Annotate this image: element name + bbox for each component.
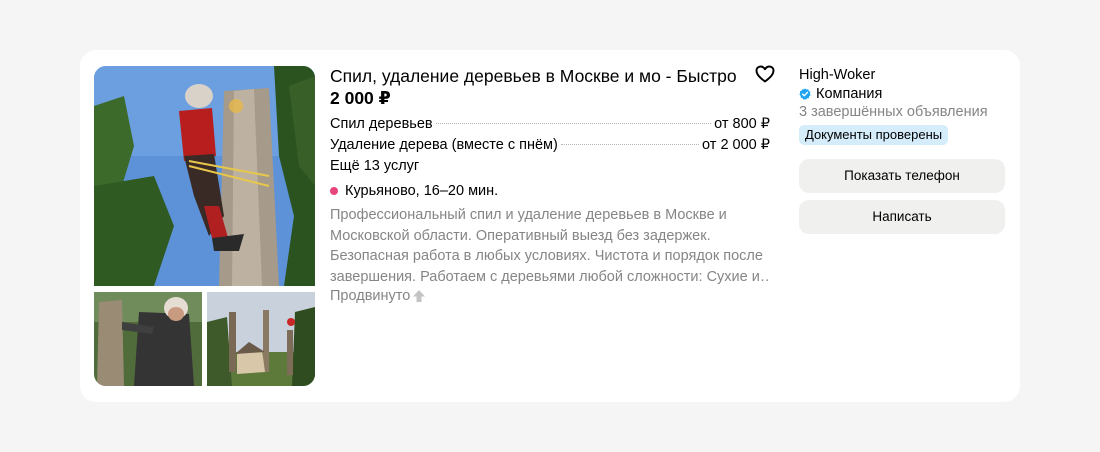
service-leader-dots (560, 144, 700, 145)
more-services-link[interactable]: Ещё 13 услуг (330, 156, 419, 176)
documents-verified-badge: Документы проверены (799, 125, 949, 145)
description-line: Безопасная работа в любых условиях. Чист… (330, 248, 763, 265)
arrow-up-icon (413, 290, 426, 302)
heart-outline-icon[interactable] (753, 62, 777, 86)
seller-type: Компания (799, 84, 882, 104)
seller-ads-count[interactable]: 3 завершённых объявления (799, 102, 988, 122)
seller-name[interactable]: High-Woker (799, 65, 875, 85)
service-leader-dots (435, 123, 712, 124)
description-line: Московской области. Оперативный выезд бе… (330, 227, 711, 244)
listing-card[interactable]: Спил, удаление деревьев в Москве и мо - … (80, 50, 1020, 402)
listing-photo-thumb-2[interactable] (207, 292, 315, 386)
description-line: Профессиональный спил и удаление деревье… (330, 207, 727, 223)
promoted-text: Продвинуто (330, 288, 411, 304)
listing-photo-thumb-1[interactable] (94, 292, 202, 386)
promoted-label: Продвинуто (330, 286, 426, 306)
show-phone-button[interactable]: Показать телефон (799, 159, 1005, 193)
location-text: Курьяново, 16–20 мин. (345, 183, 499, 199)
location: Курьяново, 16–20 мин. (330, 181, 498, 201)
service-price: от 800 ₽ (714, 116, 770, 132)
listing-description: Профессиональный спил и удаление деревье… (330, 205, 770, 288)
listing-photo-main[interactable] (94, 66, 315, 286)
service-name: Удаление дерева (вместе с пнём) (330, 137, 558, 153)
listing-title[interactable]: Спил, удаление деревьев в Москве и мо - … (330, 64, 750, 88)
service-row: Удаление дерева (вместе с пнём) от 2 000… (330, 135, 770, 155)
service-row: Спил деревьев от 800 ₽ (330, 114, 770, 134)
seller-type-text: Компания (816, 86, 883, 102)
service-price: от 2 000 ₽ (702, 137, 770, 153)
listing-price: 2 000 ₽ (330, 88, 391, 108)
metro-dot-icon (330, 187, 338, 195)
service-name: Спил деревьев (330, 116, 433, 132)
description-line: завершения. Работаем с деревьями любой с… (330, 269, 770, 286)
write-message-button[interactable]: Написать (799, 200, 1005, 234)
verified-check-icon (799, 88, 811, 100)
